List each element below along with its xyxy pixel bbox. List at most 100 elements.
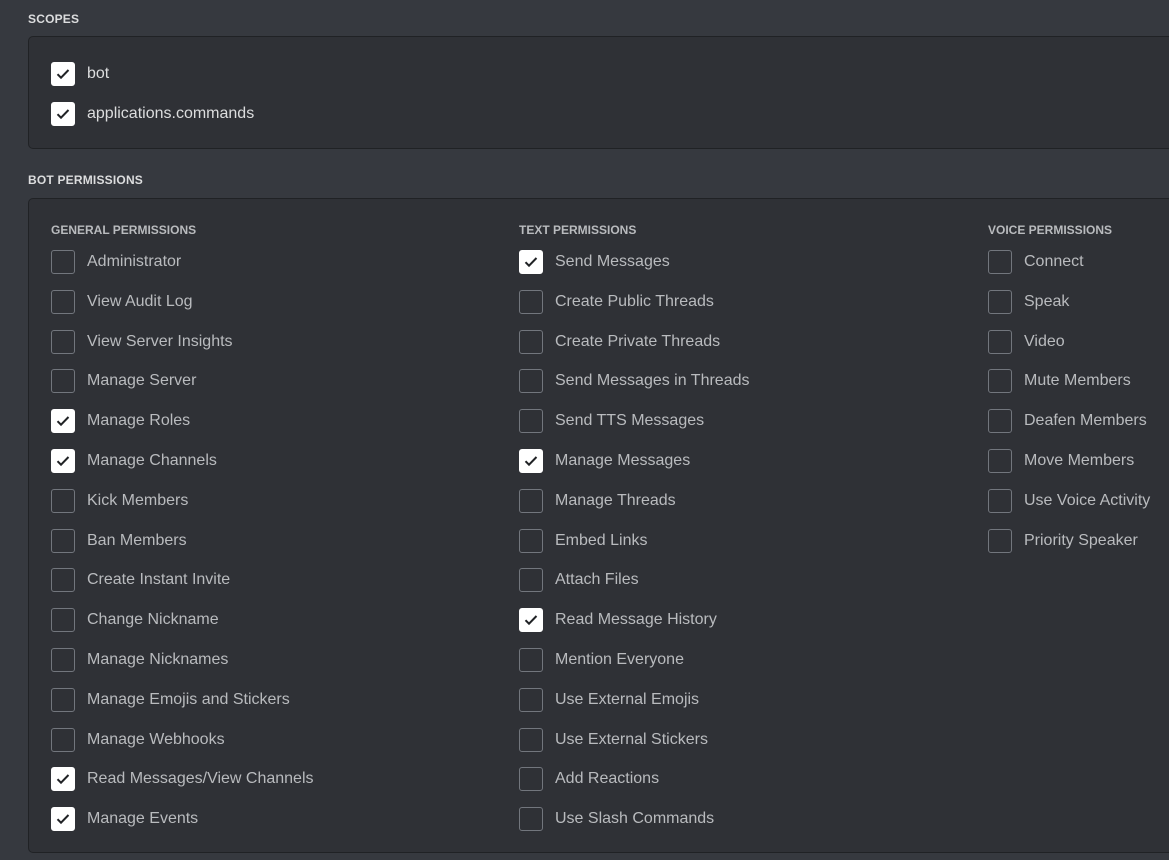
checkbox[interactable] — [988, 488, 1012, 513]
checkbox[interactable] — [519, 449, 543, 473]
permission-move-members[interactable]: Move Members — [988, 448, 1134, 474]
checkbox[interactable] — [988, 369, 1012, 394]
checkbox[interactable] — [519, 687, 543, 712]
checkbox[interactable] — [988, 329, 1012, 354]
permission-manage-messages[interactable]: Manage Messages — [519, 448, 690, 474]
permission-manage-webhooks[interactable]: Manage Webhooks — [51, 727, 225, 753]
permission-use-voice-activity[interactable]: Use Voice Activity — [988, 488, 1150, 514]
checkbox[interactable] — [51, 102, 75, 126]
permission-manage-roles[interactable]: Manage Roles — [51, 408, 190, 434]
checkbox[interactable] — [519, 329, 543, 354]
permission-label: Attach Files — [555, 571, 639, 589]
checkbox[interactable] — [988, 528, 1012, 553]
permission-kick-members[interactable]: Kick Members — [51, 488, 188, 514]
checkmark-icon — [56, 774, 70, 785]
permission-use-slash-commands[interactable]: Use Slash Commands — [519, 806, 714, 832]
checkbox[interactable] — [51, 767, 75, 792]
permission-priority-speaker[interactable]: Priority Speaker — [988, 528, 1138, 554]
permission-label: Manage Messages — [555, 452, 691, 469]
permission-connect[interactable]: Connect — [988, 249, 1084, 275]
checkbox[interactable] — [519, 250, 543, 274]
permission-manage-threads[interactable]: Manage Threads — [519, 488, 676, 514]
permission-create-instant-invite[interactable]: Create Instant Invite — [51, 567, 230, 593]
checkbox[interactable] — [51, 449, 75, 473]
checkbox[interactable] — [519, 727, 543, 752]
permission-label: Manage Server — [87, 372, 197, 390]
checkbox[interactable] — [51, 608, 75, 633]
checkbox[interactable] — [519, 648, 543, 672]
checkbox[interactable] — [519, 807, 543, 832]
checkbox[interactable] — [51, 727, 75, 752]
permission-view-server-insights[interactable]: View Server Insights — [51, 329, 233, 355]
permission-change-nickname[interactable]: Change Nickname — [51, 607, 219, 633]
permission-read-messages-view-channels[interactable]: Read Messages/View Channels — [51, 766, 314, 792]
permission-label: Send Messages in Threads — [555, 372, 750, 390]
checkbox[interactable] — [51, 528, 75, 553]
checkbox[interactable] — [51, 369, 75, 394]
permission-add-reactions[interactable]: Add Reactions — [519, 766, 659, 792]
column-title: GENERAL PERMISSIONS — [51, 223, 197, 237]
permission-manage-nicknames[interactable]: Manage Nicknames — [51, 647, 228, 673]
checkbox[interactable] — [519, 409, 543, 434]
permission-label: Read Messages/View Channels — [87, 770, 314, 788]
checkmark-icon — [56, 109, 70, 120]
permission-label: Manage Nicknames — [87, 651, 229, 668]
permission-ban-members[interactable]: Ban Members — [51, 528, 187, 554]
checkbox[interactable] — [988, 289, 1012, 314]
scope-bot[interactable]: bot — [51, 61, 109, 87]
checkbox[interactable] — [519, 369, 543, 394]
checkbox[interactable] — [988, 250, 1012, 274]
permission-attach-files[interactable]: Attach Files — [519, 567, 639, 593]
permission-label: Send Messages — [555, 253, 670, 270]
permission-label: Move Members — [1024, 452, 1135, 469]
permission-mute-members[interactable]: Mute Members — [988, 368, 1131, 394]
checkbox[interactable] — [519, 568, 543, 593]
checkbox[interactable] — [51, 648, 75, 672]
checkbox[interactable] — [51, 329, 75, 354]
permission-label: Use Slash Commands — [555, 810, 715, 828]
checkbox[interactable] — [519, 488, 543, 513]
permission-create-private-threads[interactable]: Create Private Threads — [519, 329, 720, 355]
permission-label: View Audit Log — [87, 292, 193, 310]
permission-manage-events[interactable]: Manage Events — [51, 806, 198, 832]
checkbox[interactable] — [51, 687, 75, 712]
permission-view-audit-log[interactable]: View Audit Log — [51, 289, 193, 315]
checkbox[interactable] — [51, 807, 75, 832]
permission-send-messages-in-threads[interactable]: Send Messages in Threads — [519, 368, 749, 394]
checkbox[interactable] — [988, 409, 1012, 434]
checkbox[interactable] — [51, 62, 75, 86]
permission-use-external-emojis[interactable]: Use External Emojis — [519, 687, 699, 713]
permission-label: Create Instant Invite — [87, 571, 231, 589]
permission-embed-links[interactable]: Embed Links — [519, 528, 648, 554]
checkbox[interactable] — [51, 289, 75, 314]
checkbox[interactable] — [519, 289, 543, 314]
permission-label: Use Voice Activity — [1024, 491, 1151, 509]
checkbox[interactable] — [51, 250, 75, 274]
permission-video[interactable]: Video — [988, 329, 1065, 355]
permission-deafen-members[interactable]: Deafen Members — [988, 408, 1147, 434]
permission-label: Create Public Threads — [555, 292, 714, 310]
permission-send-tts-messages[interactable]: Send TTS Messages — [519, 408, 704, 434]
checkbox[interactable] — [988, 449, 1012, 473]
permission-use-external-stickers[interactable]: Use External Stickers — [519, 727, 708, 753]
checkbox[interactable] — [519, 528, 543, 553]
permission-manage-channels[interactable]: Manage Channels — [51, 448, 217, 474]
checkbox[interactable] — [51, 568, 75, 593]
permission-create-public-threads[interactable]: Create Public Threads — [519, 289, 714, 315]
permission-send-messages[interactable]: Send Messages — [519, 249, 670, 275]
permission-label: Ban Members — [87, 531, 187, 549]
permission-speak[interactable]: Speak — [988, 289, 1069, 315]
permission-administrator[interactable]: Administrator — [51, 249, 181, 275]
checkbox[interactable] — [519, 608, 543, 633]
checkbox[interactable] — [51, 488, 75, 513]
checkbox[interactable] — [51, 409, 75, 434]
permission-label: Use External Emojis — [555, 690, 700, 708]
permission-manage-emojis-and-stickers[interactable]: Manage Emojis and Stickers — [51, 687, 290, 713]
permission-label: Embed Links — [555, 531, 648, 549]
permission-read-message-history[interactable]: Read Message History — [519, 607, 717, 633]
scopes-section-title: SCOPES — [28, 12, 80, 26]
checkbox[interactable] — [519, 767, 543, 792]
permission-mention-everyone[interactable]: Mention Everyone — [519, 647, 684, 673]
permission-manage-server[interactable]: Manage Server — [51, 368, 196, 394]
scope-applications-commands[interactable]: applications.commands — [51, 101, 254, 127]
